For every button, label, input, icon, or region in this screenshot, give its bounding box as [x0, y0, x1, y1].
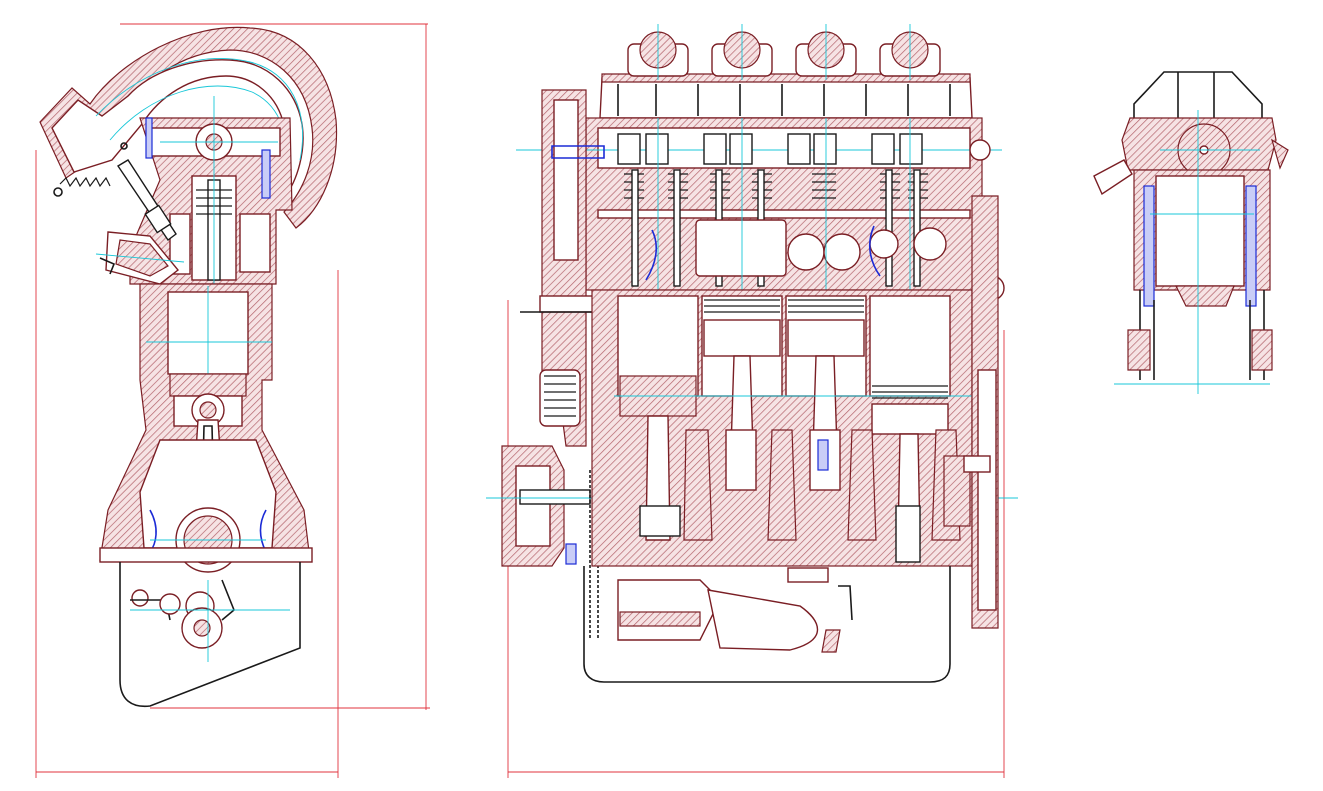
- front-oil-pan: [583, 566, 951, 683]
- rear-view: [1093, 71, 1289, 394]
- engine-drawing: [35, 23, 1289, 778]
- front-section-view: [486, 24, 1018, 778]
- side-cylinder-block: [99, 283, 313, 573]
- side-section-view: [35, 23, 430, 778]
- side-oil-pan: [119, 562, 301, 708]
- camshaft-caps: [627, 31, 941, 77]
- front-cylinder-block: [591, 289, 980, 567]
- valve-cover: [599, 24, 973, 119]
